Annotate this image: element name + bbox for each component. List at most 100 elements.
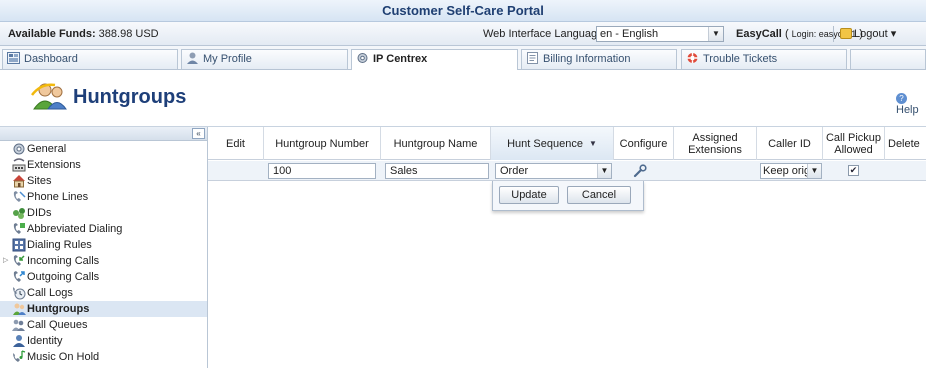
tab-label: IP Centrex — [373, 53, 428, 65]
gear-icon — [13, 143, 25, 155]
wrench-icon[interactable] — [633, 164, 647, 178]
language-label: Web Interface Language: — [483, 28, 607, 40]
sidebar-item-label: Music On Hold — [27, 351, 100, 363]
table-row: 100 Sales Order ▼ Keep origi ▼ ✔ — [208, 161, 926, 181]
sidebar-item-identity[interactable]: Identity — [0, 333, 207, 349]
sidebar-item-outgoing-calls[interactable]: Outgoing Calls — [0, 269, 207, 285]
sidebar-item-general[interactable]: General — [0, 141, 207, 157]
gear-icon — [357, 53, 368, 63]
tab-ip-centrex[interactable]: IP Centrex — [351, 49, 518, 70]
column-configure[interactable]: Configure — [614, 127, 674, 160]
sidebar-item-label: Outgoing Calls — [27, 271, 100, 283]
extensions-icon — [12, 158, 26, 172]
sidebar-item-label: Identity — [27, 335, 63, 347]
collapse-sidebar-button[interactable]: « — [192, 128, 205, 139]
page-title: Huntgroups — [73, 86, 187, 108]
sidebar-item-dialing-rules[interactable]: Dialing Rules — [0, 237, 207, 253]
sort-dropdown-icon[interactable]: ▼ — [589, 138, 597, 150]
info-bar: Available Funds: 388.98 USD Web Interfac… — [0, 22, 926, 46]
hunt-sequence-select[interactable]: Order ▼ — [495, 163, 612, 179]
lifebuoy-icon — [687, 53, 698, 63]
user-icon — [187, 52, 198, 64]
help-icon: ? — [896, 93, 907, 104]
chevron-down-icon: ▼ — [807, 164, 821, 178]
caller-id-select[interactable]: Keep origi ▼ — [760, 163, 822, 179]
help-label: Help — [896, 104, 919, 116]
call-queues-icon — [12, 319, 25, 331]
sidebar-item-incoming-calls[interactable]: ▷ Incoming Calls — [0, 253, 207, 269]
column-huntgroup-number[interactable]: Huntgroup Number — [264, 127, 381, 160]
sidebar-item-label: Incoming Calls — [27, 255, 100, 267]
call-logs-icon — [13, 287, 26, 300]
tab-label: Trouble Tickets — [703, 53, 778, 65]
tab-dashboard[interactable]: Dashboard — [2, 49, 178, 69]
column-delete[interactable]: Delete — [885, 127, 926, 160]
column-huntgroup-name[interactable]: Huntgroup Name — [381, 127, 491, 160]
help-link[interactable]: ?Help — [896, 91, 926, 116]
sidebar-item-music-on-hold[interactable]: Music On Hold — [0, 349, 207, 365]
row-edit-actions: Update Cancel — [492, 181, 644, 211]
logout-label: Logout — [854, 28, 888, 40]
sidebar-item-call-logs[interactable]: Call Logs — [0, 285, 207, 301]
lock-icon — [840, 28, 852, 39]
tab-billing-information[interactable]: Billing Information — [521, 49, 677, 69]
column-hunt-sequence[interactable]: Hunt Sequence ▼ — [491, 127, 614, 160]
sidebar-item-call-queues[interactable]: Call Queues — [0, 317, 207, 333]
tab-label: Billing Information — [543, 53, 631, 65]
huntgroups-icon — [13, 303, 26, 315]
sites-icon — [13, 175, 25, 188]
language-value: en - English — [600, 28, 659, 40]
portal-title: Customer Self-Care Portal — [0, 0, 926, 22]
column-edit[interactable]: Edit — [208, 127, 264, 160]
sidebar: « General Extensions Sites Phone Lines D… — [0, 127, 208, 368]
sidebar-item-label: Dialing Rules — [27, 239, 92, 251]
abbreviated-dialing-icon — [13, 223, 25, 234]
column-assigned-extensions[interactable]: Assigned Extensions — [674, 127, 757, 160]
table-header: Edit Huntgroup Number Huntgroup Name Hun… — [208, 127, 926, 160]
music-on-hold-icon — [13, 350, 26, 362]
sidebar-item-label: Phone Lines — [27, 191, 89, 203]
sidebar-item-huntgroups[interactable]: Huntgroups — [0, 301, 207, 317]
sidebar-header: « — [0, 127, 207, 141]
language-select[interactable]: en - English ▼ — [596, 26, 724, 42]
chevron-down-icon: ▼ — [597, 164, 611, 178]
sidebar-item-abbreviated-dialing[interactable]: Abbreviated Dialing — [0, 221, 207, 237]
outgoing-calls-icon — [13, 271, 25, 282]
chevron-down-icon: ▼ — [708, 27, 723, 41]
sidebar-item-label: Call Logs — [27, 287, 73, 299]
dashboard-icon — [7, 52, 20, 64]
update-button[interactable]: Update — [499, 186, 559, 204]
sidebar-item-label: Extensions — [27, 159, 81, 171]
column-label: Hunt Sequence — [507, 137, 583, 150]
sidebar-item-label: Abbreviated Dialing — [27, 223, 123, 235]
huntgroup-number-input[interactable]: 100 — [268, 163, 376, 179]
available-funds: Available Funds: 388.98 USD — [8, 22, 159, 46]
dids-icon — [13, 208, 25, 219]
sidebar-item-dids[interactable]: DIDs — [0, 205, 207, 221]
column-caller-id[interactable]: Caller ID — [757, 127, 823, 160]
huntgroup-name-input[interactable]: Sales — [385, 163, 489, 179]
sidebar-item-label: Call Queues — [27, 319, 88, 331]
expand-arrow-icon[interactable]: ▷ — [3, 253, 8, 269]
sidebar-item-phone-lines[interactable]: Phone Lines — [0, 189, 207, 205]
incoming-calls-icon — [13, 255, 25, 266]
divider — [833, 26, 834, 42]
column-call-pickup-allowed[interactable]: Call Pickup Allowed — [823, 127, 885, 160]
cancel-button[interactable]: Cancel — [567, 186, 631, 204]
tab-trouble-tickets[interactable]: Trouble Tickets — [681, 49, 847, 69]
huntgroups-table: Edit Huntgroup Number Huntgroup Name Hun… — [208, 127, 926, 368]
sidebar-item-label: DIDs — [27, 207, 52, 219]
sidebar-item-label: Sites — [27, 175, 52, 187]
tab-spacer — [850, 49, 926, 69]
tab-label: Dashboard — [24, 53, 78, 65]
funds-value: 388.98 USD — [98, 28, 159, 40]
tab-my-profile[interactable]: My Profile — [181, 49, 348, 69]
page-header: Huntgroups ?Help — [0, 70, 926, 127]
call-pickup-allowed-checkbox[interactable]: ✔ — [848, 165, 859, 176]
sidebar-item-extensions[interactable]: Extensions — [0, 157, 207, 173]
sidebar-item-sites[interactable]: Sites — [0, 173, 207, 189]
main-tabs: Dashboard My Profile IP Centrex Billing … — [0, 46, 926, 70]
logout-button[interactable]: Logout ▾ — [840, 22, 896, 46]
account-name: EasyCall — [736, 28, 782, 40]
funds-label: Available Funds: — [8, 28, 96, 40]
